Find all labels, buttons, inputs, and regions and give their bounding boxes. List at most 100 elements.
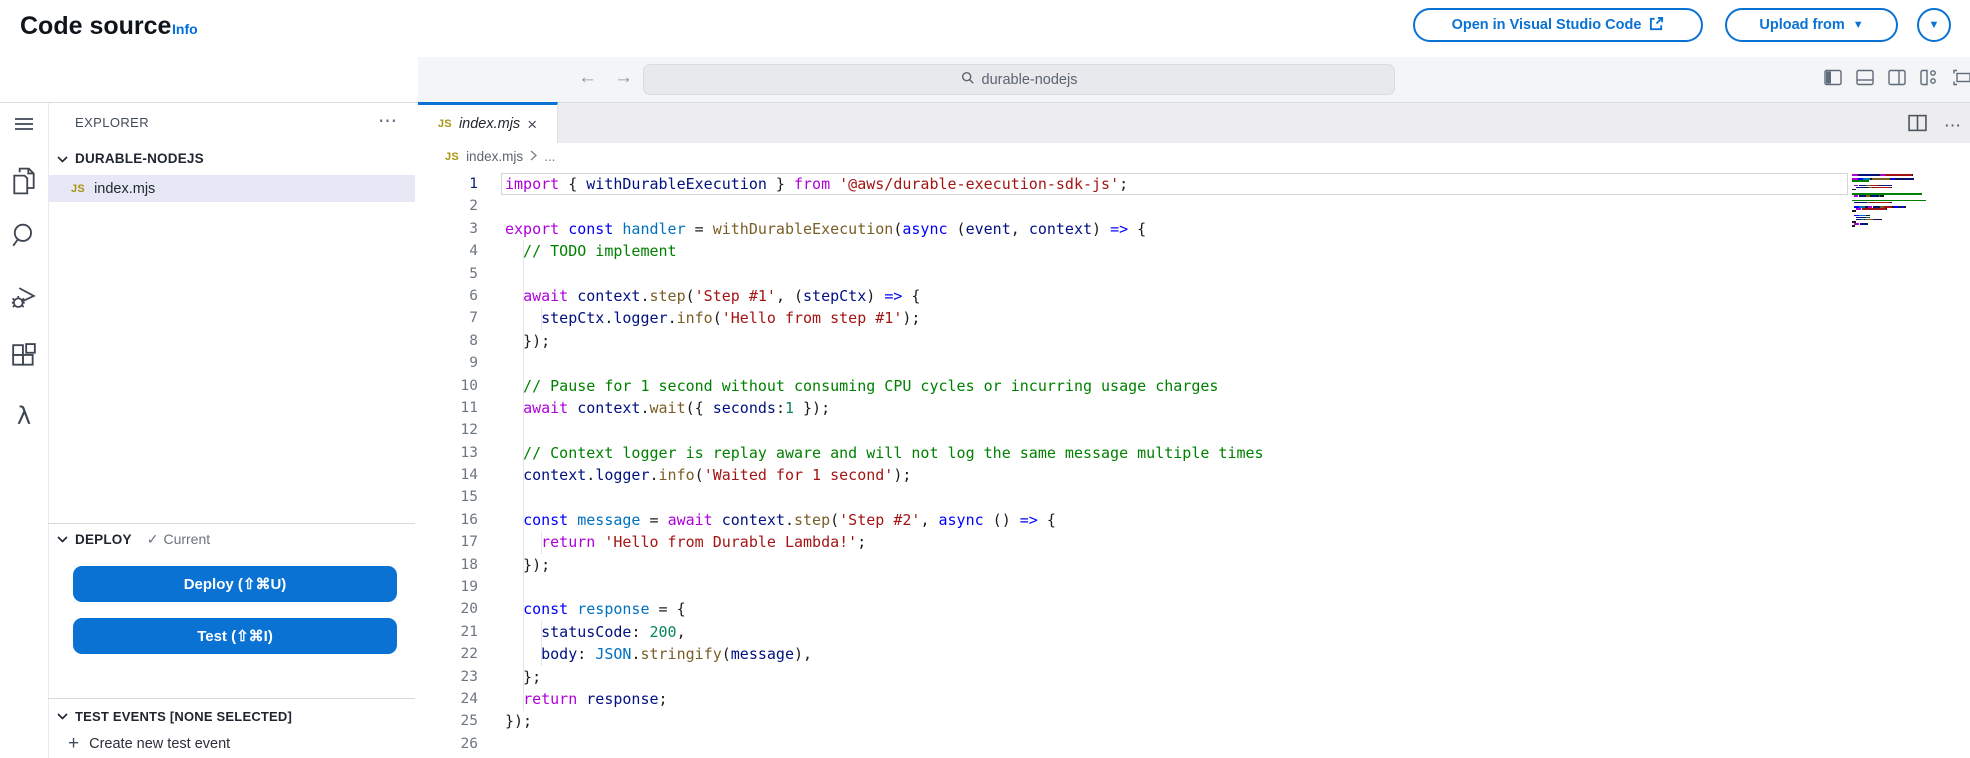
code-line[interactable]: const response = { xyxy=(505,598,1264,620)
breadcrumb-file[interactable]: index.mjs xyxy=(466,149,523,164)
code-line[interactable]: export const handler = withDurableExecut… xyxy=(505,218,1264,240)
code-line[interactable]: }); xyxy=(505,710,1264,732)
customize-layout-icon[interactable] xyxy=(1920,69,1938,86)
create-test-event-button[interactable]: + Create new test event xyxy=(68,733,230,755)
upload-from-button[interactable]: Upload from ▼ xyxy=(1725,8,1898,42)
line-number: 6 xyxy=(418,285,478,307)
editor-more-actions-icon[interactable]: ⋯ xyxy=(1944,116,1961,136)
line-number: 10 xyxy=(418,375,478,397)
minimap[interactable] xyxy=(1852,174,1942,230)
breadcrumb[interactable]: JS index.mjs ... xyxy=(445,149,555,164)
line-number: 17 xyxy=(418,531,478,553)
tab-close-icon[interactable]: × xyxy=(527,116,537,133)
chevron-down-icon xyxy=(57,707,68,725)
extensions-icon[interactable] xyxy=(0,343,48,369)
code-line[interactable]: // Context logger is replay aware and wi… xyxy=(505,442,1264,464)
menu-hamburger-icon[interactable] xyxy=(0,116,48,132)
divider xyxy=(48,523,415,524)
line-number: 5 xyxy=(418,263,478,285)
code-line[interactable]: }; xyxy=(505,666,1264,688)
code-line[interactable]: return response; xyxy=(505,688,1264,710)
line-number: 23 xyxy=(418,666,478,688)
code-line[interactable]: }); xyxy=(505,554,1264,576)
tab-label: index.mjs xyxy=(459,116,520,132)
code-line[interactable]: body: JSON.stringify(message), xyxy=(505,643,1264,665)
explorer-header: EXPLORER xyxy=(75,115,149,130)
code-area[interactable]: import { withDurableExecution } from '@a… xyxy=(505,173,1264,755)
code-line[interactable]: const message = await context.step('Step… xyxy=(505,509,1264,531)
explorer-more-actions-icon[interactable]: ⋯ xyxy=(378,110,397,133)
code-line[interactable] xyxy=(505,576,1264,598)
code-line[interactable]: // Pause for 1 second without consuming … xyxy=(505,375,1264,397)
code-line[interactable]: await context.step('Step #1', (stepCtx) … xyxy=(505,285,1264,307)
code-line[interactable]: await context.wait({ seconds:1 }); xyxy=(505,397,1264,419)
chevron-down-icon xyxy=(57,530,68,548)
clipped-right-edge-icon[interactable] xyxy=(1952,69,1970,86)
layout-controls xyxy=(1824,69,1970,86)
toggle-secondary-sidebar-icon[interactable] xyxy=(1888,69,1906,86)
tree-item-label: DURABLE-NODEJS xyxy=(75,151,204,166)
code-line[interactable] xyxy=(505,195,1264,217)
deploy-status: ✓ Current xyxy=(147,531,210,548)
minimap-line xyxy=(1852,228,1942,230)
line-number: 15 xyxy=(418,486,478,508)
line-number: 7 xyxy=(418,307,478,329)
line-number: 1 xyxy=(418,173,478,195)
test-button[interactable]: Test (⇧⌘I) xyxy=(73,618,397,654)
activity-bar xyxy=(0,103,49,758)
line-number: 12 xyxy=(418,419,478,441)
deploy-button[interactable]: Deploy (⇧⌘U) xyxy=(73,566,397,602)
code-line[interactable] xyxy=(505,263,1264,285)
plus-icon: + xyxy=(68,733,79,755)
line-number: 16 xyxy=(418,509,478,531)
tab-bar xyxy=(418,103,1970,143)
info-link[interactable]: Info xyxy=(172,21,198,37)
nav-back-button[interactable]: ← xyxy=(578,67,597,89)
aws-lambda-icon[interactable]: λ xyxy=(0,402,48,430)
command-search-box[interactable]: durable-nodejs xyxy=(643,64,1395,95)
external-link-icon xyxy=(1649,16,1664,35)
run-and-debug-icon[interactable] xyxy=(0,284,48,311)
caret-down-icon: ▼ xyxy=(1853,20,1864,31)
code-line[interactable] xyxy=(505,352,1264,374)
toggle-panel-icon[interactable] xyxy=(1856,69,1874,86)
code-line[interactable]: return 'Hello from Durable Lambda!'; xyxy=(505,531,1264,553)
js-file-icon: JS xyxy=(438,118,452,130)
line-number: 20 xyxy=(418,598,478,620)
explorer-files-icon[interactable] xyxy=(0,167,48,195)
code-line[interactable] xyxy=(505,419,1264,441)
test-events-section-header[interactable]: TEST EVENTS [NONE SELECTED] xyxy=(57,707,292,725)
code-line[interactable] xyxy=(505,733,1264,755)
deploy-section-header[interactable]: DEPLOY ✓ Current xyxy=(57,530,210,548)
tab-index-mjs[interactable]: JS index.mjs × xyxy=(418,102,558,143)
open-in-vscode-button[interactable]: Open in Visual Studio Code xyxy=(1413,8,1703,42)
check-icon: ✓ xyxy=(147,531,159,548)
line-number: 24 xyxy=(418,688,478,710)
file-item-label: index.mjs xyxy=(94,181,155,197)
divider xyxy=(48,698,415,699)
create-test-event-label: Create new test event xyxy=(89,736,230,752)
activity-search-icon[interactable] xyxy=(0,222,48,248)
open-in-vscode-label: Open in Visual Studio Code xyxy=(1452,17,1642,33)
code-line[interactable]: // TODO implement xyxy=(505,240,1264,262)
breadcrumb-more[interactable]: ... xyxy=(544,149,555,164)
line-number: 18 xyxy=(418,554,478,576)
breadcrumb-separator-icon xyxy=(530,149,537,164)
chevron-down-icon xyxy=(57,151,68,166)
file-item-index-mjs[interactable]: JS index.mjs xyxy=(48,175,415,202)
code-line[interactable]: stepCtx.logger.info('Hello from step #1'… xyxy=(505,307,1264,329)
toggle-primary-sidebar-icon[interactable] xyxy=(1824,69,1842,86)
split-editor-icon[interactable] xyxy=(1908,114,1927,137)
code-line[interactable]: context.logger.info('Waited for 1 second… xyxy=(505,464,1264,486)
code-line[interactable]: statusCode: 200, xyxy=(505,621,1264,643)
code-source-panel: Code source Info Open in Visual Studio C… xyxy=(0,0,1970,758)
nav-forward-button[interactable]: → xyxy=(614,67,633,89)
code-line[interactable] xyxy=(505,486,1264,508)
overflow-dropdown-button[interactable]: ▼ xyxy=(1917,8,1951,42)
code-line[interactable]: }); xyxy=(505,330,1264,352)
tree-item-durable-nodejs[interactable]: DURABLE-NODEJS xyxy=(57,151,204,166)
code-line[interactable]: import { withDurableExecution } from '@a… xyxy=(505,173,1264,195)
line-number: 21 xyxy=(418,621,478,643)
page-title: Code source xyxy=(20,12,171,41)
search-value: durable-nodejs xyxy=(982,72,1078,88)
